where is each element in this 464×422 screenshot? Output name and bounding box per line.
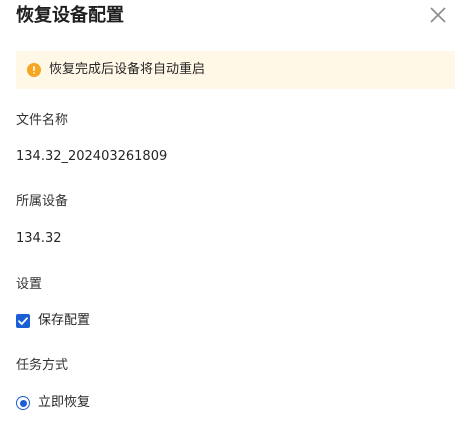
close-icon (428, 5, 448, 25)
close-button[interactable] (428, 5, 448, 25)
file-name-value: 134.32_202403261809 (16, 149, 168, 164)
warning-circle-icon (27, 63, 41, 77)
alert-text: 恢复完成后设备将自动重启 (49, 62, 206, 77)
file-name-label: 文件名称 (16, 113, 69, 128)
restore-now-label: 立即恢复 (38, 395, 91, 410)
settings-label: 设置 (16, 277, 43, 292)
task-mode-label: 任务方式 (16, 358, 69, 373)
device-label: 所属设备 (16, 194, 69, 209)
checkmark-icon (18, 317, 28, 325)
save-config-checkbox[interactable] (16, 314, 30, 328)
radio-selected-dot (19, 399, 27, 407)
dialog-title: 恢复设备配置 (16, 5, 124, 26)
info-alert: 恢复完成后设备将自动重启 (16, 51, 455, 89)
restore-now-radio[interactable] (16, 396, 30, 410)
save-config-checkbox-row[interactable]: 保存配置 (16, 312, 90, 330)
restore-config-dialog: 恢复设备配置 恢复完成后设备将自动重启 文件名称 134.32_20240326… (0, 0, 464, 422)
restore-now-radio-row[interactable]: 立即恢复 (16, 394, 90, 412)
save-config-label: 保存配置 (38, 313, 91, 328)
device-value: 134.32 (16, 231, 62, 246)
